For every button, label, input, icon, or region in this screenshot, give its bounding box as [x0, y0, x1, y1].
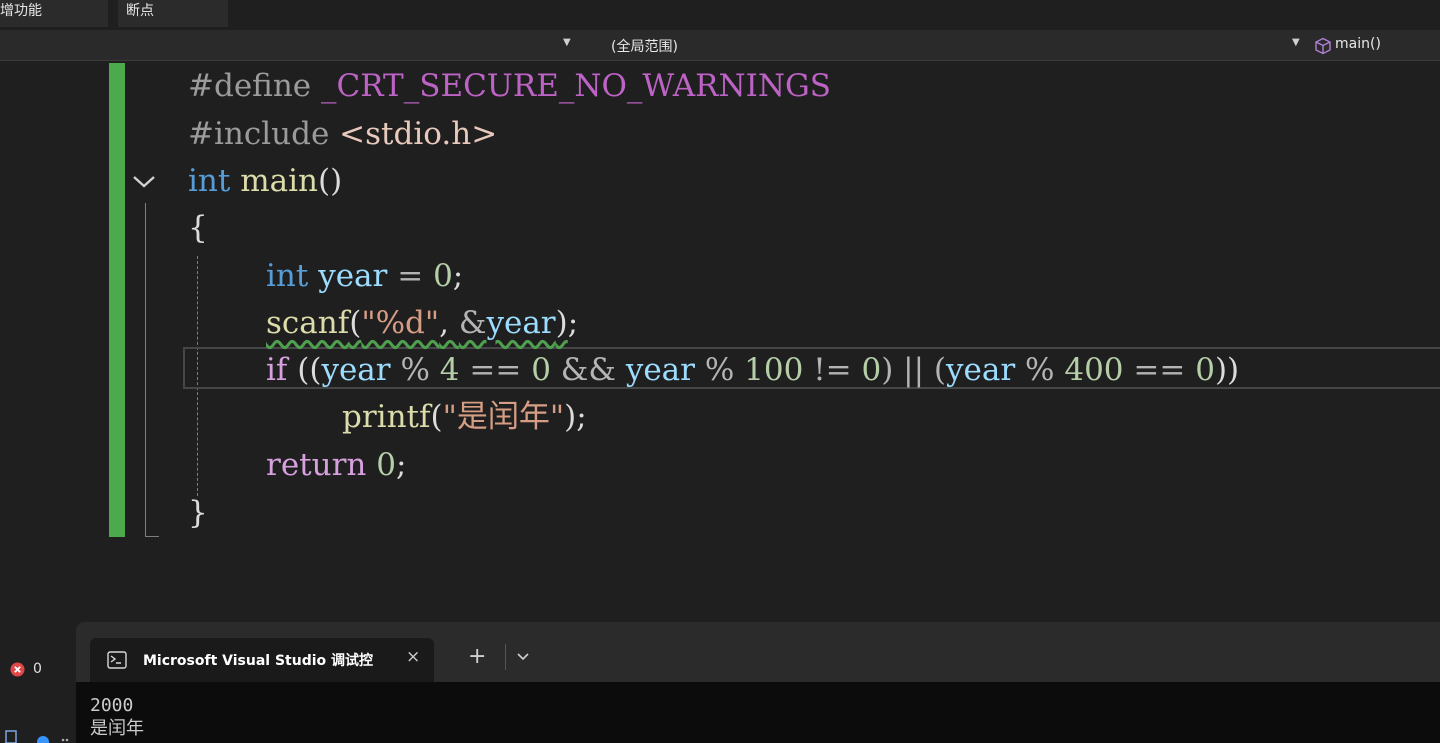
code-line-1: #define _CRT_SECURE_NO_WARNINGS	[188, 63, 831, 109]
code-editor[interactable]: #define _CRT_SECURE_NO_WARNINGS #include…	[0, 61, 1440, 621]
code-line-6: scanf("%d", &year);	[266, 300, 578, 346]
terminal-output: 2000 是闰年	[90, 694, 144, 740]
keyword: int	[266, 258, 309, 294]
punctuation: ((	[287, 352, 322, 388]
variable: year	[321, 352, 391, 388]
operator: =	[387, 258, 434, 294]
warning-squiggle[interactable]: scanf("%d", &year)	[266, 305, 568, 341]
output-line: 2000	[90, 695, 134, 716]
punctuation: ;	[567, 305, 579, 341]
operator: %	[390, 352, 440, 388]
cube-icon	[1315, 37, 1331, 55]
punctuation: )	[555, 305, 568, 341]
chevron-down-icon[interactable]	[516, 650, 530, 664]
variable: year	[946, 352, 1016, 388]
brace-close: }	[188, 495, 208, 531]
operator: ==	[1123, 352, 1196, 388]
code-line-7: if ((year % 4 == 0 && year % 100 != 0) |…	[266, 347, 1239, 393]
status-icons	[5, 730, 69, 743]
function-name: scanf	[266, 305, 350, 341]
macro-name: _CRT_SECURE_NO_WARNINGS	[321, 68, 831, 104]
keyword: return	[266, 447, 367, 483]
operator: &	[458, 305, 487, 341]
number: 400	[1064, 352, 1124, 388]
terminal-tab-title: Microsoft Visual Studio 调试控	[143, 653, 374, 669]
punctuation: ))	[1214, 352, 1240, 388]
keyword: int	[188, 163, 231, 199]
operator: ) || (	[881, 352, 947, 388]
code-line-2: #include <stdio.h>	[188, 111, 497, 157]
terminal-tab-bar: Microsoft Visual Studio 调试控 × +	[76, 622, 1440, 682]
punctuation: ;	[395, 447, 407, 483]
keyword: if	[266, 352, 288, 388]
number: 0	[433, 258, 453, 294]
document-tab-strip: 增功能 断点	[0, 0, 1440, 27]
function-name: main	[240, 163, 318, 199]
debug-console: Microsoft Visual Studio 调试控 × + 2000 是闰年	[76, 622, 1440, 743]
code-line-5: int year = 0;	[266, 253, 463, 299]
variable: year	[486, 305, 556, 341]
code-line-4: {	[188, 205, 208, 251]
punctuation: (	[430, 399, 443, 435]
number: 0	[376, 447, 396, 483]
outline-block-guide	[145, 203, 159, 537]
change-tracking-bar	[109, 63, 125, 537]
terminal-tab[interactable]: Microsoft Visual Studio 调试控 ×	[90, 638, 434, 682]
scope-dropdown[interactable]: (全局范围)	[611, 36, 678, 56]
number: 100	[744, 352, 804, 388]
output-line: 是闰年	[90, 718, 144, 739]
number: 0	[531, 352, 551, 388]
variable: year	[625, 352, 695, 388]
variable: year	[318, 258, 388, 294]
tab-add-feature[interactable]: 增功能	[0, 0, 108, 27]
operator: &&	[550, 352, 626, 388]
error-count: 0	[33, 661, 42, 677]
function-dropdown[interactable]: main()	[1335, 36, 1381, 52]
operator: !=	[803, 352, 862, 388]
error-icon	[10, 662, 25, 677]
punctuation: (	[349, 305, 362, 341]
punctuation: );	[564, 399, 587, 435]
tab-divider	[505, 644, 506, 670]
chevron-down-icon[interactable]: ▼	[563, 37, 571, 48]
close-icon[interactable]: ×	[406, 647, 420, 667]
number: 0	[861, 352, 882, 388]
navigation-bar: ▼ (全局范围) ▼ main()	[0, 30, 1440, 61]
code-line-3: int main()	[188, 158, 342, 204]
preprocessor-directive: #define	[188, 68, 312, 104]
collapse-chevron-icon[interactable]	[131, 172, 157, 192]
operator: ==	[459, 352, 532, 388]
brace-open: {	[188, 210, 208, 246]
code-line-10: }	[188, 490, 208, 536]
number: 4	[439, 352, 460, 388]
tab-breakpoints[interactable]: 断点	[118, 0, 228, 27]
punctuation: ;	[452, 258, 464, 294]
string: "是闰年"	[442, 399, 565, 435]
console-icon	[107, 651, 127, 669]
chevron-down-icon[interactable]: ▼	[1292, 37, 1300, 48]
operator: %	[695, 352, 745, 388]
preprocessor-directive: #include	[188, 116, 330, 152]
code-line-8: printf("是闰年");	[342, 394, 587, 440]
function-name: printf	[342, 399, 431, 435]
number: 0	[1195, 352, 1215, 388]
punctuation: ,	[439, 305, 459, 341]
include-header: <stdio.h>	[339, 116, 498, 152]
error-count-badge[interactable]: 0	[5, 658, 71, 682]
string: "%d"	[361, 305, 440, 341]
operator: %	[1015, 352, 1065, 388]
plus-icon[interactable]: +	[468, 644, 486, 669]
punctuation: ()	[317, 163, 343, 199]
code-line-9: return 0;	[266, 442, 406, 488]
